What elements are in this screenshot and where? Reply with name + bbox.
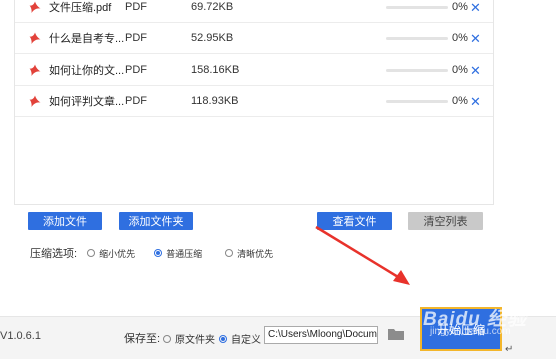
compression-options-label: 压缩选项: xyxy=(30,248,78,260)
add-file-button[interactable]: 添加文件 xyxy=(28,212,102,230)
option-label: 普通压缩 xyxy=(166,248,203,259)
save-path-input[interactable]: C:\Users\Mloong\Docume xyxy=(264,326,378,344)
file-type: PDF xyxy=(125,95,147,107)
list-item[interactable]: 文件压缩.pdf PDF 69.72KB 0% ✕ xyxy=(15,0,493,23)
version-label: V1.0.6.1 xyxy=(0,330,41,342)
file-name: 什么是自考专... xyxy=(49,33,125,45)
list-item[interactable]: 如何评判文章... PDF 118.93KB 0% ✕ xyxy=(15,86,493,117)
option-label: 自定义 xyxy=(231,335,261,346)
close-icon[interactable]: ✕ xyxy=(470,32,481,45)
folder-icon[interactable] xyxy=(388,327,404,341)
file-type: PDF xyxy=(125,32,147,44)
view-files-button[interactable]: 查看文件 xyxy=(317,212,392,230)
radio-button[interactable] xyxy=(154,249,163,257)
pdf-icon xyxy=(29,64,41,77)
clear-list-button[interactable]: 清空列表 xyxy=(408,212,483,230)
option-label: 缩小优先 xyxy=(99,248,136,259)
option-label: 清晰优先 xyxy=(237,248,274,259)
add-folder-button[interactable]: 添加文件夹 xyxy=(119,212,193,230)
file-type: PDF xyxy=(125,1,147,13)
radio-button[interactable] xyxy=(163,334,171,343)
radio-button[interactable] xyxy=(219,334,227,343)
option-custom-folder[interactable]: 自定义 xyxy=(219,331,261,346)
option-shrink-first[interactable]: 缩小优先 xyxy=(87,247,135,260)
progress-percent: 0% xyxy=(452,32,468,44)
file-type: PDF xyxy=(125,64,147,76)
cursor-icon: ↵ xyxy=(505,344,514,355)
progress-percent: 0% xyxy=(452,95,468,107)
save-to-label: 保存至: xyxy=(124,333,161,345)
progress-percent: 0% xyxy=(452,64,468,76)
file-name: 文件压缩.pdf xyxy=(49,2,112,14)
radio-button[interactable] xyxy=(87,249,96,257)
compression-options: 压缩选项: 缩小优先 普通压缩 清晰优先 xyxy=(30,245,273,261)
file-size: 158.16KB xyxy=(191,64,240,76)
progress-bar xyxy=(386,6,448,9)
start-compress-button[interactable]: 开始压缩 xyxy=(420,307,502,351)
close-icon[interactable]: ✕ xyxy=(470,64,481,77)
pdf-icon xyxy=(29,32,41,45)
file-name: 如何评判文章... xyxy=(49,96,125,108)
file-list: 文件压缩.pdf PDF 69.72KB 0% ✕ 什么是自考专... PDF … xyxy=(14,0,494,205)
pdf-icon xyxy=(29,1,41,14)
pdf-icon xyxy=(29,95,41,108)
file-size: 69.72KB xyxy=(191,1,234,13)
progress-bar xyxy=(386,37,448,40)
close-icon[interactable]: ✕ xyxy=(470,1,481,14)
close-icon[interactable]: ✕ xyxy=(470,95,481,108)
option-normal-compression[interactable]: 普通压缩 xyxy=(154,247,202,260)
file-size: 118.93KB xyxy=(191,95,239,107)
progress-bar xyxy=(386,69,448,72)
file-size: 52.95KB xyxy=(191,32,234,44)
file-name: 如何让你的文... xyxy=(49,65,125,77)
progress-bar xyxy=(386,100,448,103)
option-original-folder[interactable]: 原文件夹 xyxy=(163,331,215,346)
list-item[interactable]: 如何让你的文... PDF 158.16KB 0% ✕ xyxy=(15,55,493,86)
option-label: 原文件夹 xyxy=(175,335,215,346)
radio-button[interactable] xyxy=(225,249,234,257)
option-clarity-first[interactable]: 清晰优先 xyxy=(225,247,273,260)
list-item[interactable]: 什么是自考专... PDF 52.95KB 0% ✕ xyxy=(15,23,493,54)
progress-percent: 0% xyxy=(452,1,468,13)
